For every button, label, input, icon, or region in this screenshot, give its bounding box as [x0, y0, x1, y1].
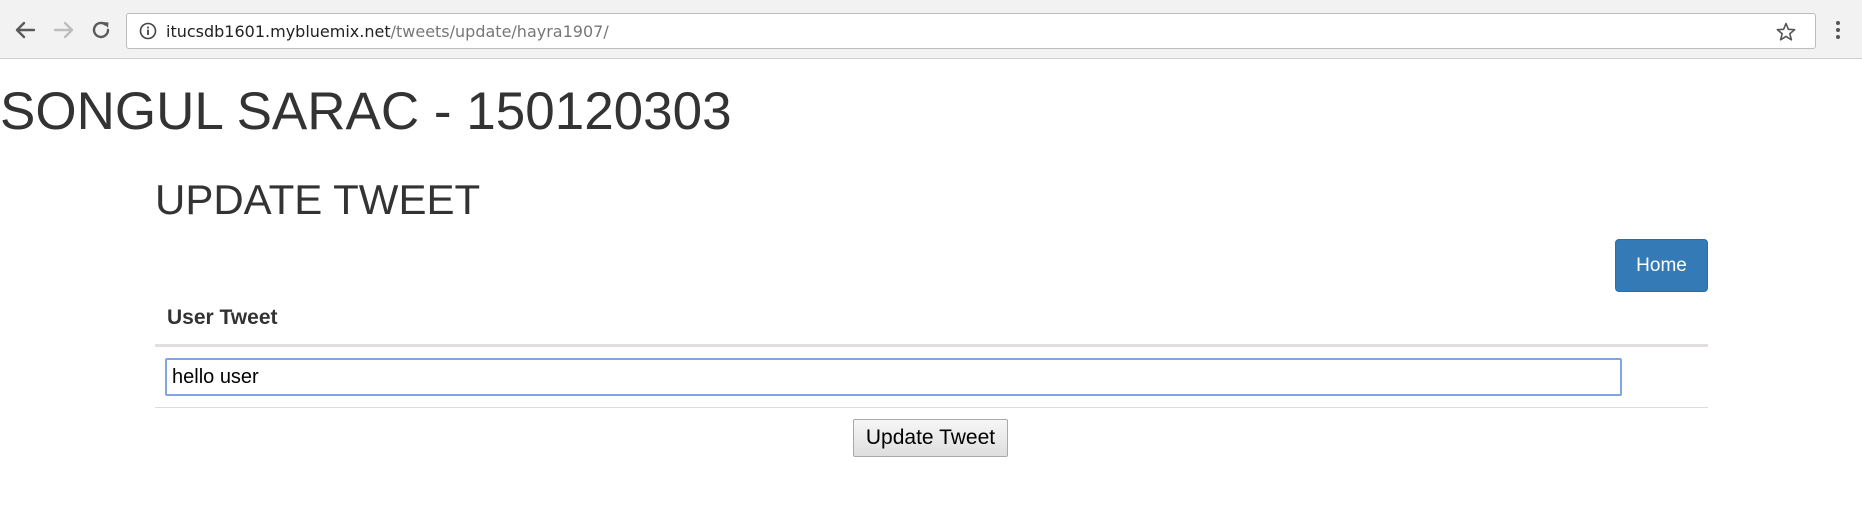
info-icon[interactable] — [139, 22, 157, 40]
table-row-divider — [155, 407, 1708, 408]
home-button[interactable]: Home — [1615, 239, 1708, 292]
address-bar[interactable]: itucsdb1601.mybluemix.net/tweets/update/… — [126, 13, 1816, 49]
page-title: SONGUL SARAC - 150120303 — [0, 82, 732, 141]
back-arrow-icon[interactable] — [12, 17, 38, 43]
url-path: /tweets/update/hayra1907/ — [390, 22, 609, 41]
browser-toolbar: itucsdb1601.mybluemix.net/tweets/update/… — [0, 0, 1862, 59]
reload-icon[interactable] — [88, 17, 114, 43]
url-host: itucsdb1601.mybluemix.net — [166, 22, 391, 41]
section-heading: UPDATE TWEET — [155, 176, 481, 223]
star-icon[interactable] — [1775, 21, 1797, 43]
menu-dots-icon[interactable] — [1830, 17, 1846, 43]
forward-arrow-icon[interactable] — [51, 17, 77, 43]
table-header-divider — [155, 344, 1708, 347]
tweet-input[interactable] — [165, 358, 1622, 396]
column-header-user-tweet: User Tweet — [167, 306, 278, 329]
url-text: itucsdb1601.mybluemix.net/tweets/update/… — [166, 22, 609, 42]
update-tweet-button[interactable]: Update Tweet — [853, 419, 1008, 457]
